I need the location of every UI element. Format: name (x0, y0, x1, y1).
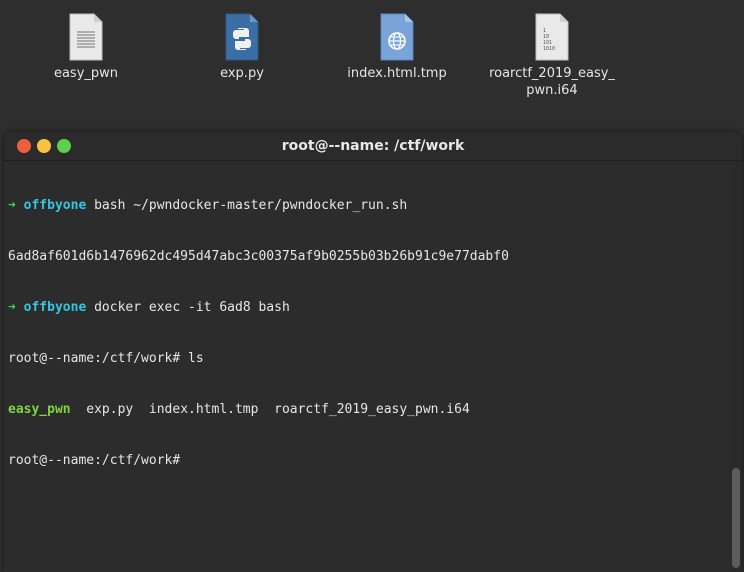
scrollbar-thumb[interactable] (732, 468, 740, 568)
terminal-line: ➜ offbyone docker exec -it 6ad8 bash (8, 299, 730, 316)
binary-file-icon: 1 10 101 1010 (532, 12, 572, 62)
desktop: easy_pwn exp.py index.html.tmp 1 10 101 … (0, 0, 744, 130)
command-text: bash ~/pwndocker-master/pwndocker_run.sh (86, 198, 408, 213)
terminal-prompt-line: root@--name:/ctf/work# (8, 453, 181, 468)
terminal-titlebar[interactable]: root@--name: /ctf/work (4, 132, 742, 161)
ls-executable-entry: easy_pwn (8, 402, 71, 417)
terminal-line: easy_pwn exp.py index.html.tmp roarctf_2… (8, 401, 730, 418)
file-easy-pwn[interactable]: easy_pwn (11, 12, 161, 82)
file-label: exp.py (220, 66, 264, 81)
file-index-html-tmp[interactable]: index.html.tmp (322, 12, 472, 82)
window-title: root@--name: /ctf/work (281, 138, 465, 154)
file-label: index.html.tmp (347, 66, 447, 81)
command-text: docker exec -it 6ad8 bash (86, 300, 290, 315)
terminal-scrollbar[interactable] (730, 161, 742, 572)
text-file-icon (66, 12, 106, 62)
terminal-output[interactable]: ➜ offbyone bash ~/pwndocker-master/pwndo… (4, 161, 730, 572)
file-label: roarctf_2019_easy_ pwn.i64 (489, 66, 615, 98)
file-exp-py[interactable]: exp.py (167, 12, 317, 82)
prompt-user: offbyone (23, 198, 87, 213)
prompt-user: offbyone (23, 300, 87, 315)
svg-text:1010: 1010 (543, 46, 555, 52)
terminal-line: root@--name:/ctf/work# ls (8, 351, 204, 366)
ls-entries: exp.py index.html.tmp roarctf_2019_easy_… (70, 402, 470, 417)
file-label: easy_pwn (53, 66, 119, 81)
terminal-window[interactable]: root@--name: /ctf/work ➜ offbyone bash ~… (4, 132, 742, 572)
python-file-icon (222, 12, 262, 62)
file-roarctf-i64[interactable]: 1 10 101 1010 roarctf_2019_easy_ pwn.i64 (477, 12, 627, 99)
prompt-arrow: ➜ (8, 198, 16, 213)
terminal-line: ➜ offbyone bash ~/pwndocker-master/pwndo… (8, 197, 730, 214)
html-file-icon (377, 12, 417, 62)
prompt-arrow: ➜ (8, 300, 16, 315)
terminal-line: 6ad8af601d6b1476962dc495d47abc3c00375af9… (8, 249, 509, 264)
